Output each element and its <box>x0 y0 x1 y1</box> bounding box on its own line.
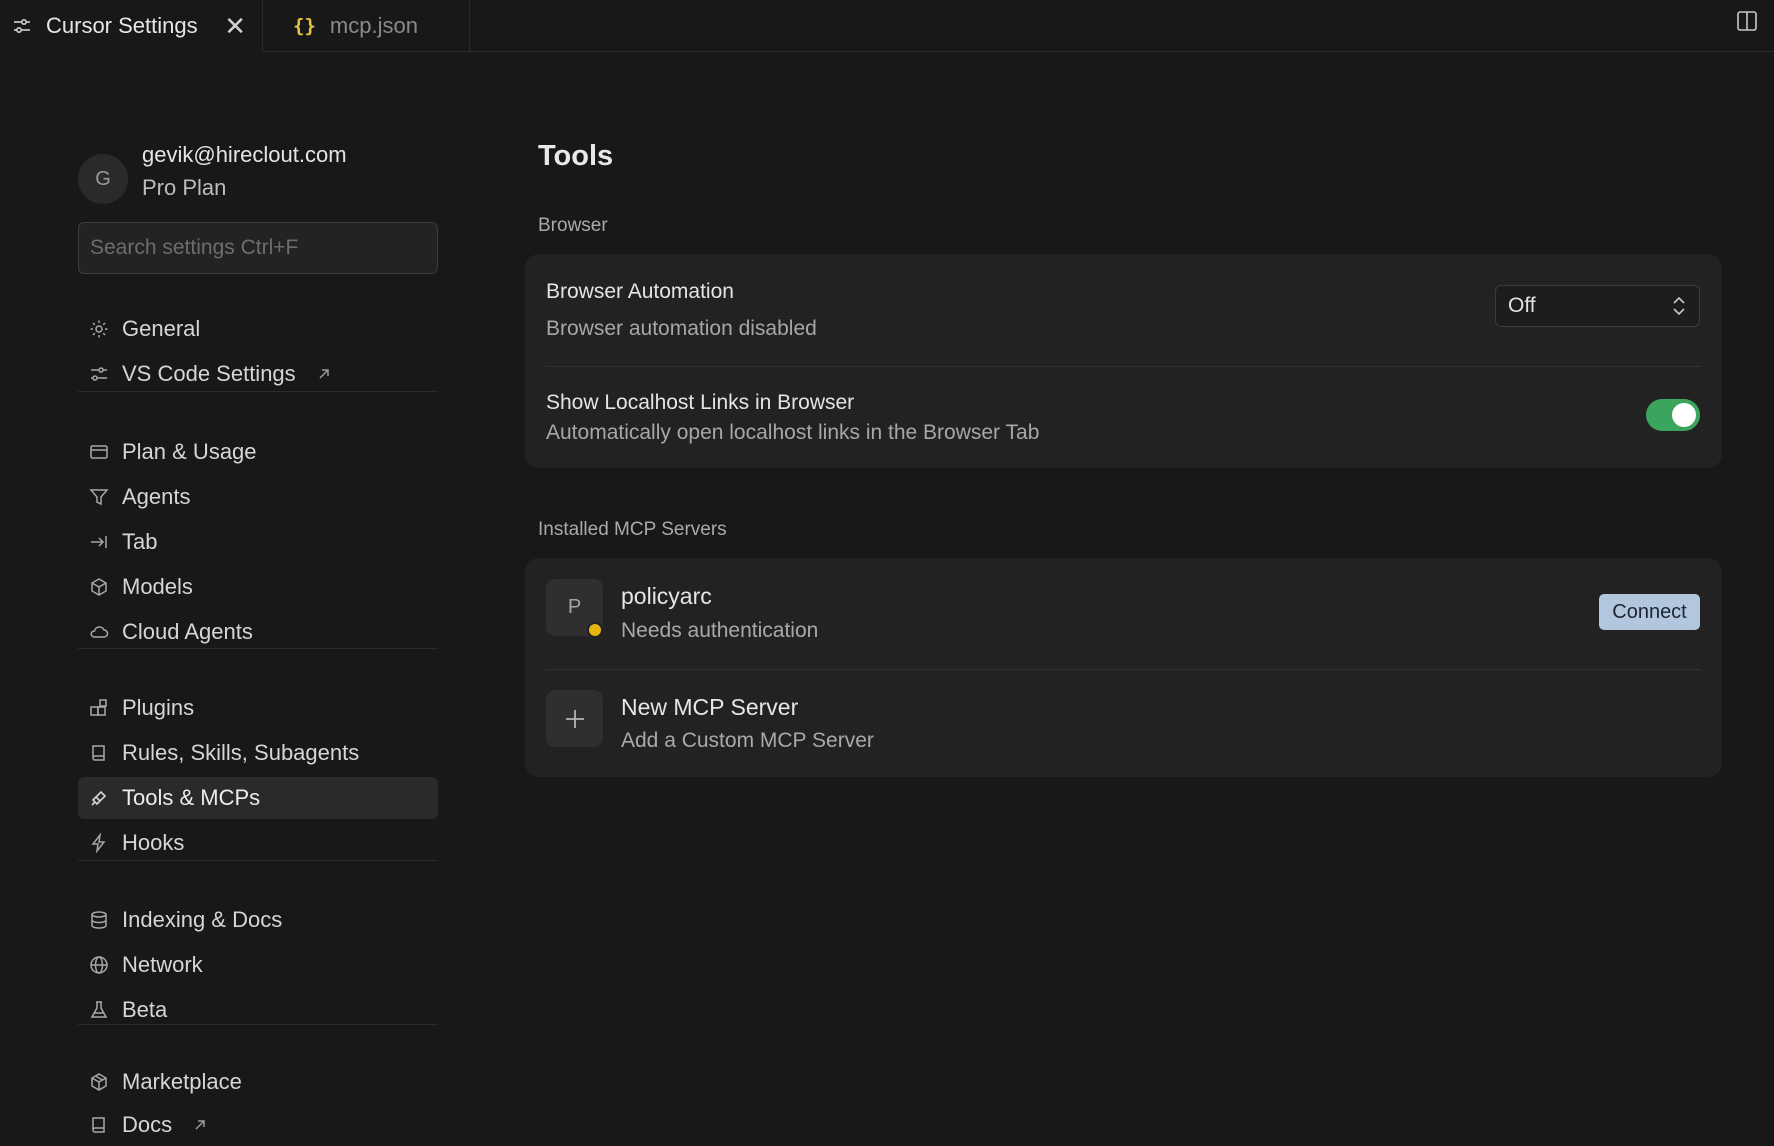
sidebar-item-marketplace[interactable]: Marketplace <box>78 1061 438 1103</box>
split-editor-icon[interactable] <box>1734 8 1760 34</box>
new-server-subtitle: Add a Custom MCP Server <box>621 729 874 752</box>
tab-label: Cursor Settings <box>46 13 198 38</box>
sidebar-item-label: Cloud Agents <box>122 619 253 644</box>
status-dot <box>587 622 603 638</box>
tools-icon <box>88 787 110 809</box>
sidebar-item-plugins[interactable]: Plugins <box>78 687 438 729</box>
sidebar-item-label: Tools & MCPs <box>122 785 261 810</box>
sidebar-item-label: Hooks <box>122 830 185 855</box>
flask-icon <box>88 999 110 1021</box>
browser-settings-card: Browser Automation Browser automation di… <box>525 254 1722 468</box>
browser-automation-subtitle: Browser automation disabled <box>546 317 817 340</box>
lightning-icon <box>88 832 110 854</box>
browser-automation-title: Browser Automation <box>546 280 734 303</box>
sidebar-item-agents[interactable]: Agents <box>78 476 438 518</box>
sidebar-item-tab[interactable]: Tab <box>78 521 438 563</box>
sidebar-item-label: General <box>122 316 201 341</box>
sidebar-item-label: Network <box>122 952 203 977</box>
sidebar-item-hooks[interactable]: Hooks <box>78 822 438 864</box>
sidebar-divider <box>78 860 438 861</box>
new-server-title[interactable]: New MCP Server <box>621 694 798 721</box>
sidebar-item-label: Models <box>122 574 193 599</box>
sidebar-item-label: Marketplace <box>122 1069 242 1094</box>
account-plan: Pro Plan <box>142 175 227 200</box>
sidebar-item-label: Docs <box>122 1112 173 1137</box>
sidebar-item-cloud-agents[interactable]: Cloud Agents <box>78 611 438 653</box>
add-server-button[interactable] <box>546 690 603 747</box>
sidebar-divider <box>78 648 438 649</box>
localhost-links-subtitle: Automatically open localhost links in th… <box>546 421 1040 444</box>
database-icon <box>88 909 110 931</box>
section-label-browser: Browser <box>538 215 608 236</box>
sidebar-item-label: Plugins <box>122 695 195 720</box>
page-title: Tools <box>538 140 614 172</box>
connect-button[interactable]: Connect <box>1599 594 1700 630</box>
sidebar-item-label: Agents <box>122 484 191 509</box>
sidebar-divider <box>78 391 438 392</box>
account-email: gevik@hireclout.com <box>142 142 347 167</box>
sidebar-item-label: VS Code Settings <box>122 361 296 386</box>
credit-card-icon <box>88 441 110 463</box>
sidebar-item-general[interactable]: General <box>78 308 438 350</box>
sidebar-item-rules-skills-subagents[interactable]: Rules, Skills, Subagents <box>78 732 438 774</box>
sidebar-item-docs[interactable]: Docs <box>78 1104 438 1146</box>
server-status: Needs authentication <box>621 619 819 642</box>
localhost-links-toggle[interactable] <box>1646 399 1700 431</box>
section-label-mcp: Installed MCP Servers <box>538 519 727 540</box>
sidebar-item-plan-usage[interactable]: Plan & Usage <box>78 431 438 473</box>
tab-label: mcp.json <box>329 13 418 38</box>
sidebar-item-network[interactable]: Network <box>78 944 438 986</box>
select-value: Off <box>1508 294 1536 317</box>
editor-tab-bar: Cursor Settings ✕ {} mcp.json <box>0 0 1774 52</box>
json-braces-icon: {} <box>293 15 316 37</box>
arrow-to-right-icon <box>88 531 110 553</box>
sidebar-item-label: Tab <box>122 529 158 554</box>
chevron-up-down-icon <box>1671 295 1687 317</box>
book-icon <box>88 742 110 764</box>
blocks-icon <box>88 697 110 719</box>
sidebar-item-label: Beta <box>122 997 168 1022</box>
cube-icon <box>88 576 110 598</box>
sidebar-divider <box>78 1024 438 1025</box>
search-input[interactable] <box>78 222 438 274</box>
globe-icon <box>88 954 110 976</box>
funnel-icon <box>88 486 110 508</box>
row-divider <box>546 669 1701 670</box>
sliders-icon <box>88 363 110 385</box>
external-link-icon <box>316 366 332 382</box>
sidebar-item-vscode-settings[interactable]: VS Code Settings <box>78 353 438 395</box>
sidebar-item-label: Indexing & Docs <box>122 907 283 932</box>
server-name: policyarc <box>621 583 712 609</box>
toggle-knob <box>1672 403 1696 427</box>
close-icon[interactable]: ✕ <box>224 13 246 39</box>
sidebar-item-indexing-docs[interactable]: Indexing & Docs <box>78 899 438 941</box>
sidebar-item-tools-mcps[interactable]: Tools & MCPs <box>78 777 438 819</box>
browser-automation-select[interactable]: Off <box>1495 285 1700 327</box>
gear-icon <box>88 318 110 340</box>
tab-mcp-json[interactable]: {} mcp.json <box>263 0 470 52</box>
plus-icon <box>565 709 584 728</box>
external-link-icon <box>192 1117 208 1133</box>
sliders-icon <box>12 16 32 36</box>
sidebar-item-label: Rules, Skills, Subagents <box>122 740 360 765</box>
localhost-links-title: Show Localhost Links in Browser <box>546 391 855 414</box>
tab-cursor-settings[interactable]: Cursor Settings ✕ <box>0 0 263 52</box>
sidebar-item-models[interactable]: Models <box>78 566 438 608</box>
row-divider <box>546 366 1701 367</box>
account-info: G gevik@hireclout.com Pro Plan <box>78 142 438 212</box>
cloud-icon <box>88 621 110 643</box>
mcp-servers-card: P policyarc Needs authentication Connect… <box>525 558 1722 777</box>
package-icon <box>88 1071 110 1093</box>
avatar[interactable]: G <box>78 154 128 204</box>
book-icon <box>88 1114 110 1136</box>
sidebar-item-label: Plan & Usage <box>122 439 257 464</box>
